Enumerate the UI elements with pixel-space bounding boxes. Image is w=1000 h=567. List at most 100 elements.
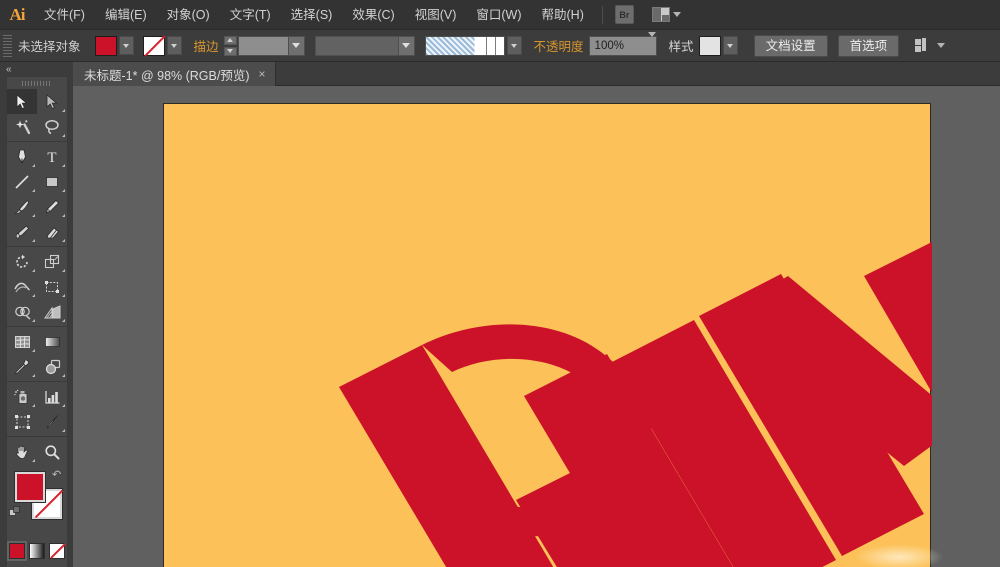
tool-flyout-indicator [32, 164, 35, 167]
gradient-mode-button[interactable] [29, 543, 45, 559]
type-tool[interactable]: T [37, 144, 67, 169]
tool-flyout-indicator [62, 214, 65, 217]
tool-flyout-indicator [62, 269, 65, 272]
menu-object[interactable]: 对象(O) [157, 0, 220, 30]
lasso-tool[interactable] [37, 114, 67, 139]
free-transform-tool[interactable] [37, 274, 67, 299]
panel-collapse-button[interactable]: « [0, 62, 73, 76]
rectangle-tool[interactable] [37, 169, 67, 194]
pen-tool[interactable] [7, 144, 37, 169]
triangle-up-icon [227, 38, 234, 42]
stroke-weight-dropdown-arrow[interactable] [287, 36, 304, 55]
opacity-input[interactable]: 100% [588, 31, 657, 56]
align-options-icon[interactable] [915, 38, 932, 53]
tool-flyout-indicator [32, 214, 35, 217]
opacity-dropdown-arrow[interactable] [647, 31, 656, 55]
paintbrush-tool[interactable] [7, 194, 37, 219]
gradient-tool[interactable] [37, 329, 67, 354]
style-label: 样式 [668, 40, 694, 54]
document-tab-bar: 未标题-1* @ 98% (RGB/预览) × [0, 62, 1000, 86]
menu-file[interactable]: 文件(F) [34, 0, 95, 30]
stroke-dropdown-button[interactable] [166, 36, 182, 55]
tools-divider [7, 381, 67, 382]
canvas-area[interactable] [73, 86, 1000, 567]
eyedropper-tool[interactable] [7, 354, 37, 379]
selection-tool[interactable] [7, 89, 37, 114]
arrange-documents-button[interactable] [651, 7, 681, 22]
brush-definition-dropdown-arrow[interactable] [397, 36, 414, 55]
tool-flyout-indicator [62, 134, 65, 137]
blob-brush-tool[interactable] [7, 219, 37, 244]
control-bar-grip[interactable] [3, 34, 12, 57]
arrange-documents-icon [651, 7, 670, 22]
align-chevron-down-icon[interactable] [937, 43, 946, 48]
column-graph-tool[interactable] [37, 384, 67, 409]
fill-dropdown-button[interactable] [118, 36, 134, 55]
menu-view[interactable]: 视图(V) [405, 0, 467, 30]
close-icon[interactable]: × [259, 67, 266, 81]
artwork-diin[interactable] [164, 104, 932, 567]
zoom-tool[interactable] [37, 439, 67, 464]
tool-flyout-indicator [32, 459, 35, 462]
chevron-down-icon [171, 43, 178, 48]
chevron-down-icon [647, 31, 656, 49]
preferences-button[interactable]: 首选项 [837, 34, 900, 57]
tool-flyout-indicator [62, 294, 65, 297]
none-mode-button[interactable] [49, 543, 65, 559]
tool-flyout-indicator [62, 239, 65, 242]
brush-definition-combo[interactable] [314, 35, 415, 56]
color-mode-button[interactable] [7, 541, 27, 561]
selection-status-label: 未选择对象 [18, 40, 81, 54]
width-tool[interactable] [7, 274, 37, 299]
scale-tool[interactable] [37, 249, 67, 274]
artboard-tool[interactable] [7, 409, 37, 434]
left-panel-column: « T ↶ [0, 62, 73, 567]
swap-fill-stroke-icon[interactable]: ↶ [52, 469, 64, 481]
hand-tool[interactable] [7, 439, 37, 464]
eraser-tool[interactable] [37, 219, 67, 244]
document-tab[interactable]: 未标题-1* @ 98% (RGB/预览) × [73, 62, 276, 86]
default-fill-stroke-icon[interactable] [9, 506, 21, 518]
artboard[interactable] [163, 103, 944, 567]
stroke-weight-combo[interactable] [237, 35, 305, 56]
menu-type[interactable]: 文字(T) [220, 0, 281, 30]
menu-select[interactable]: 选择(S) [281, 0, 343, 30]
tool-flyout-indicator [62, 429, 65, 432]
stepper-down-button[interactable] [223, 46, 237, 56]
blend-tool[interactable] [37, 354, 67, 379]
bridge-icon[interactable]: Br [614, 5, 634, 24]
tool-flyout-indicator [32, 374, 35, 377]
perspective-grid-tool[interactable] [37, 299, 67, 324]
chevron-down-icon [123, 43, 130, 48]
menu-divider [601, 5, 603, 24]
opacity-pattern-swatch[interactable] [424, 35, 505, 56]
tool-flyout-indicator [62, 164, 65, 167]
slice-tool[interactable] [37, 409, 67, 434]
mesh-tool[interactable] [7, 329, 37, 354]
magic-wand-tool[interactable] [7, 114, 37, 139]
fill-color-swatch-panel[interactable] [14, 471, 46, 503]
fill-color-swatch[interactable] [94, 35, 117, 56]
menu-effect[interactable]: 效果(C) [342, 0, 404, 30]
symbol-sprayer-tool[interactable] [7, 384, 37, 409]
tool-flyout-indicator [32, 239, 35, 242]
menu-help[interactable]: 帮助(H) [532, 0, 594, 30]
line-segment-tool[interactable] [7, 169, 37, 194]
stepper-up-button[interactable] [223, 35, 237, 45]
tool-flyout-indicator [62, 374, 65, 377]
menu-window[interactable]: 窗口(W) [466, 0, 531, 30]
graphic-style-swatch[interactable] [698, 35, 721, 56]
rotate-tool[interactable] [7, 249, 37, 274]
tool-flyout-indicator [62, 319, 65, 322]
tools-panel-grip[interactable] [22, 81, 52, 86]
document-setup-button[interactable]: 文档设置 [753, 34, 828, 57]
graphic-style-dropdown-button[interactable] [722, 36, 738, 55]
shape-builder-tool[interactable] [7, 299, 37, 324]
pattern-dropdown-button[interactable] [506, 36, 522, 55]
pencil-tool[interactable] [37, 194, 67, 219]
stroke-color-swatch[interactable] [142, 35, 165, 56]
tool-flyout-indicator [32, 189, 35, 192]
menu-edit[interactable]: 编辑(E) [95, 0, 157, 30]
direct-selection-tool[interactable] [37, 89, 67, 114]
stroke-weight-stepper[interactable] [223, 35, 237, 56]
